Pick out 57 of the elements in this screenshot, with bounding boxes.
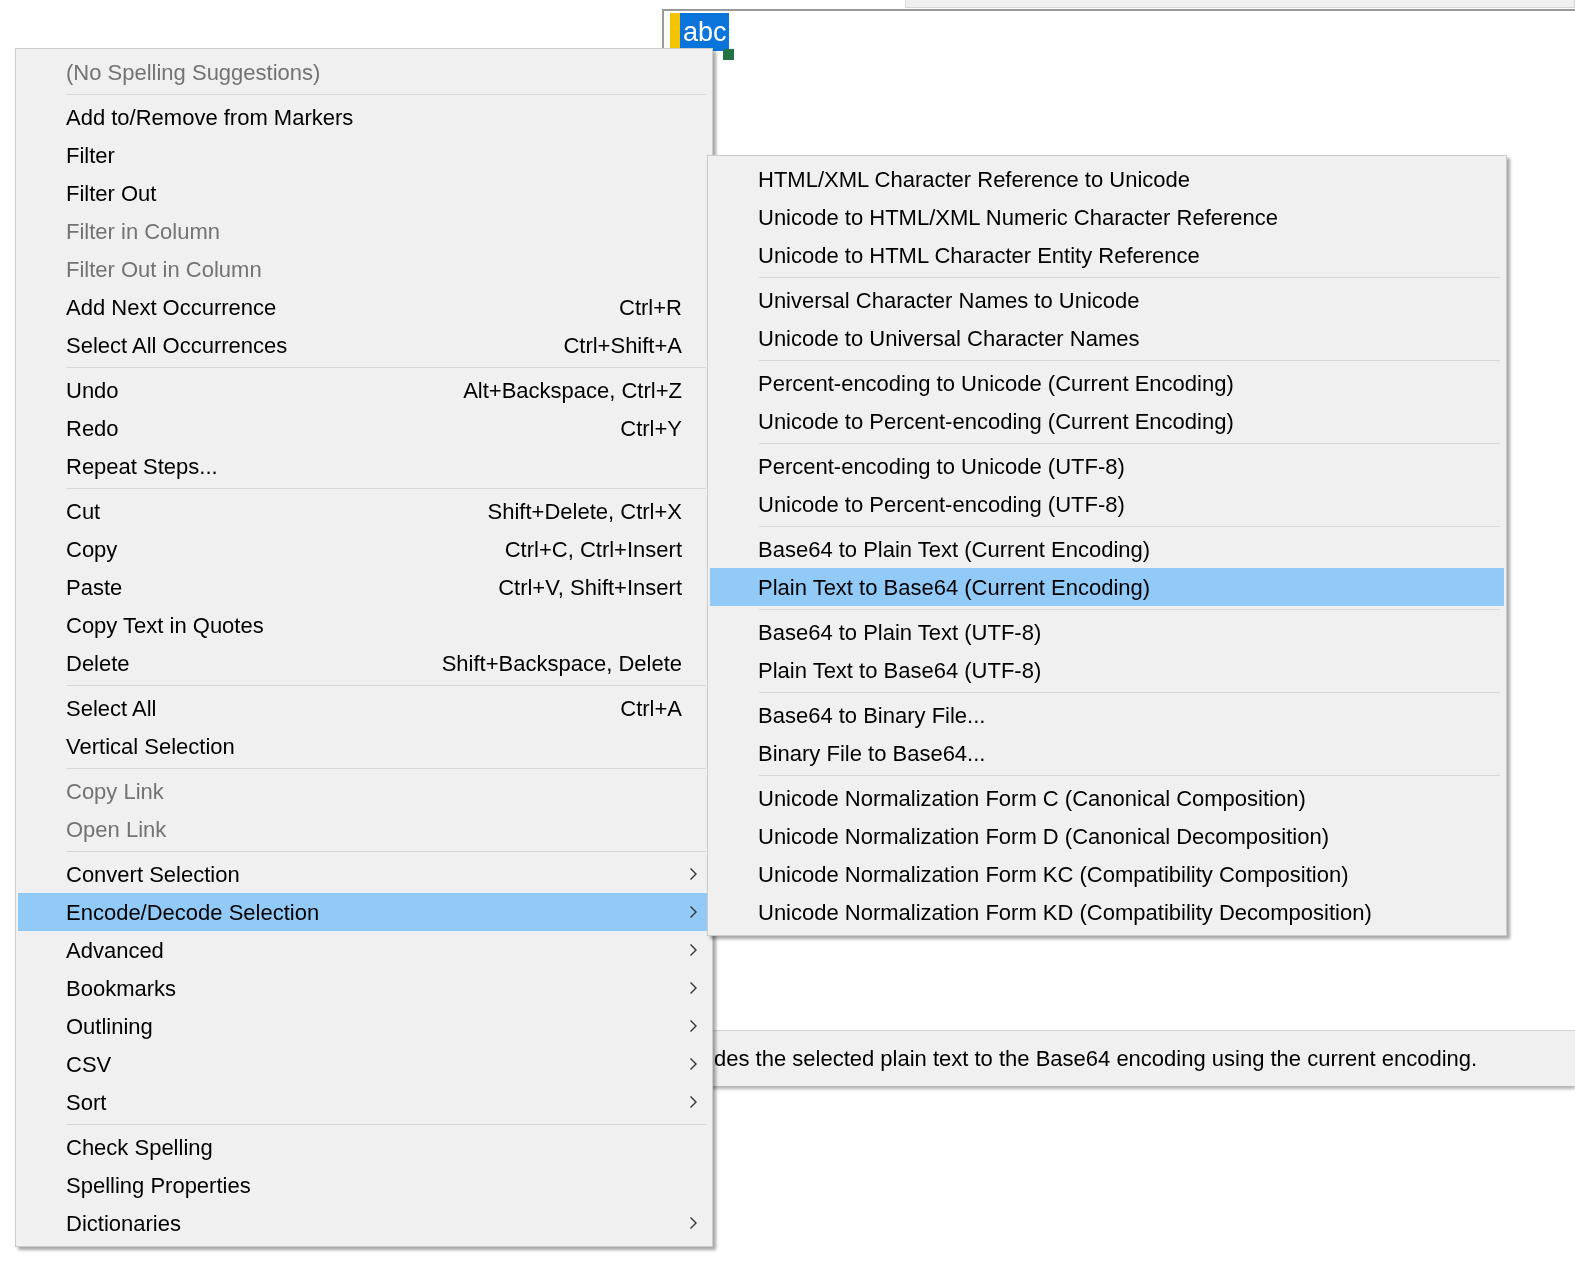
menu-item[interactable]: Repeat Steps...	[18, 447, 710, 485]
shortcut-text: Alt+Backspace, Ctrl+Z	[463, 376, 682, 405]
menu-item[interactable]: Binary File to Base64...	[710, 734, 1504, 772]
menu-item[interactable]: Unicode to HTML/XML Numeric Character Reference	[710, 198, 1504, 236]
menu-item[interactable]: Spelling Properties	[18, 1166, 710, 1204]
menu-item[interactable]: Delete Shift+Backspace, Delete	[18, 644, 710, 682]
shortcut-text: Shift+Backspace, Delete	[441, 649, 682, 678]
menu-item[interactable]: Unicode Normalization Form D (Canonical Decomposition)	[710, 817, 1504, 855]
menu-item[interactable]: Percent-encoding to Unicode (UTF-8)	[710, 447, 1504, 485]
shortcut-text: Ctrl+Shift+A	[563, 331, 682, 360]
menu-item[interactable]: Outlining	[18, 1007, 710, 1045]
shortcut-text: Ctrl+A	[620, 694, 682, 723]
menu-item[interactable]: Copy Text in Quotes	[18, 606, 710, 644]
menu-item[interactable]: Filter Out	[18, 174, 710, 212]
menu-item[interactable]: Sort	[18, 1083, 710, 1121]
shortcut-text: Ctrl+R	[619, 293, 682, 322]
menu-item[interactable]: Dictionaries	[18, 1204, 710, 1242]
menu-item[interactable]: Unicode to HTML Character Entity Reference	[710, 236, 1504, 274]
menu-item[interactable]: Filter	[18, 136, 710, 174]
menu-item[interactable]: Plain Text to Base64 (Current Encoding)	[710, 568, 1504, 606]
menu-item[interactable]: Base64 to Plain Text (Current Encoding)	[710, 530, 1504, 568]
menu-item[interactable]: Select All Ctrl+A	[18, 689, 710, 727]
menu-item[interactable]: Base64 to Binary File...	[710, 696, 1504, 734]
menu-item[interactable]: Bookmarks	[18, 969, 710, 1007]
menu-item[interactable]: Convert Selection	[18, 855, 710, 893]
menu-item[interactable]: Universal Character Names to Unicode	[710, 281, 1504, 319]
menu-item[interactable]: Undo Alt+Backspace, Ctrl+Z	[18, 371, 710, 409]
end-marker-icon	[722, 49, 734, 60]
menu-item[interactable]: Advanced	[18, 931, 710, 969]
menu-item[interactable]: Unicode to Percent-encoding (Current Encoding)	[710, 402, 1504, 440]
menu-item[interactable]: CSV	[18, 1045, 710, 1083]
menu-item[interactable]: Cut Shift+Delete, Ctrl+X	[18, 492, 710, 530]
menu-item[interactable]: Unicode Normalization Form KD (Compatibility Decomposition)	[710, 893, 1504, 931]
shortcut-text: Shift+Delete, Ctrl+X	[487, 497, 682, 526]
menu-item[interactable]: Unicode to Universal Character Names	[710, 319, 1504, 357]
shortcut-text: Ctrl+Y	[620, 414, 682, 443]
menu-item[interactable]: Base64 to Plain Text (UTF-8)	[710, 613, 1504, 651]
menu-item[interactable]: Unicode Normalization Form C (Canonical Composition)	[710, 779, 1504, 817]
shortcut-text: Ctrl+C, Ctrl+Insert	[504, 535, 682, 564]
selected-text: abc	[680, 13, 729, 51]
menu-item[interactable]: Unicode Normalization Form KC (Compatibility Composition)	[710, 855, 1504, 893]
menu-item[interactable]: Add to/Remove from Markers	[18, 98, 710, 136]
menu-item[interactable]: Select All Occurrences Ctrl+Shift+A	[18, 326, 710, 364]
menu-item[interactable]: Unicode to Percent-encoding (UTF-8)	[710, 485, 1504, 523]
menu-item[interactable]: Copy Ctrl+C, Ctrl+Insert	[18, 530, 710, 568]
menu-item[interactable]: Add Next Occurrence Ctrl+R	[18, 288, 710, 326]
menu-item[interactable]: Percent-encoding to Unicode (Current Encoding)	[710, 364, 1504, 402]
menu-item[interactable]: HTML/XML Character Reference to Unicode	[710, 160, 1504, 198]
status-text: des the selected plain text to the Base64 encoding using the current encoding.	[714, 1045, 1478, 1073]
menu-item[interactable]: Check Spelling	[18, 1128, 710, 1166]
change-marker	[670, 13, 680, 51]
menu-item[interactable]: Redo Ctrl+Y	[18, 409, 710, 447]
shortcut-text: Ctrl+V, Shift+Insert	[498, 573, 682, 602]
menu-item[interactable]: Vertical Selection	[18, 727, 710, 765]
menu-item[interactable]: Encode/Decode Selection	[18, 893, 710, 931]
menu-item[interactable]: Paste Ctrl+V, Shift+Insert	[18, 568, 710, 606]
menu-item[interactable]: Plain Text to Base64 (UTF-8)	[710, 651, 1504, 689]
